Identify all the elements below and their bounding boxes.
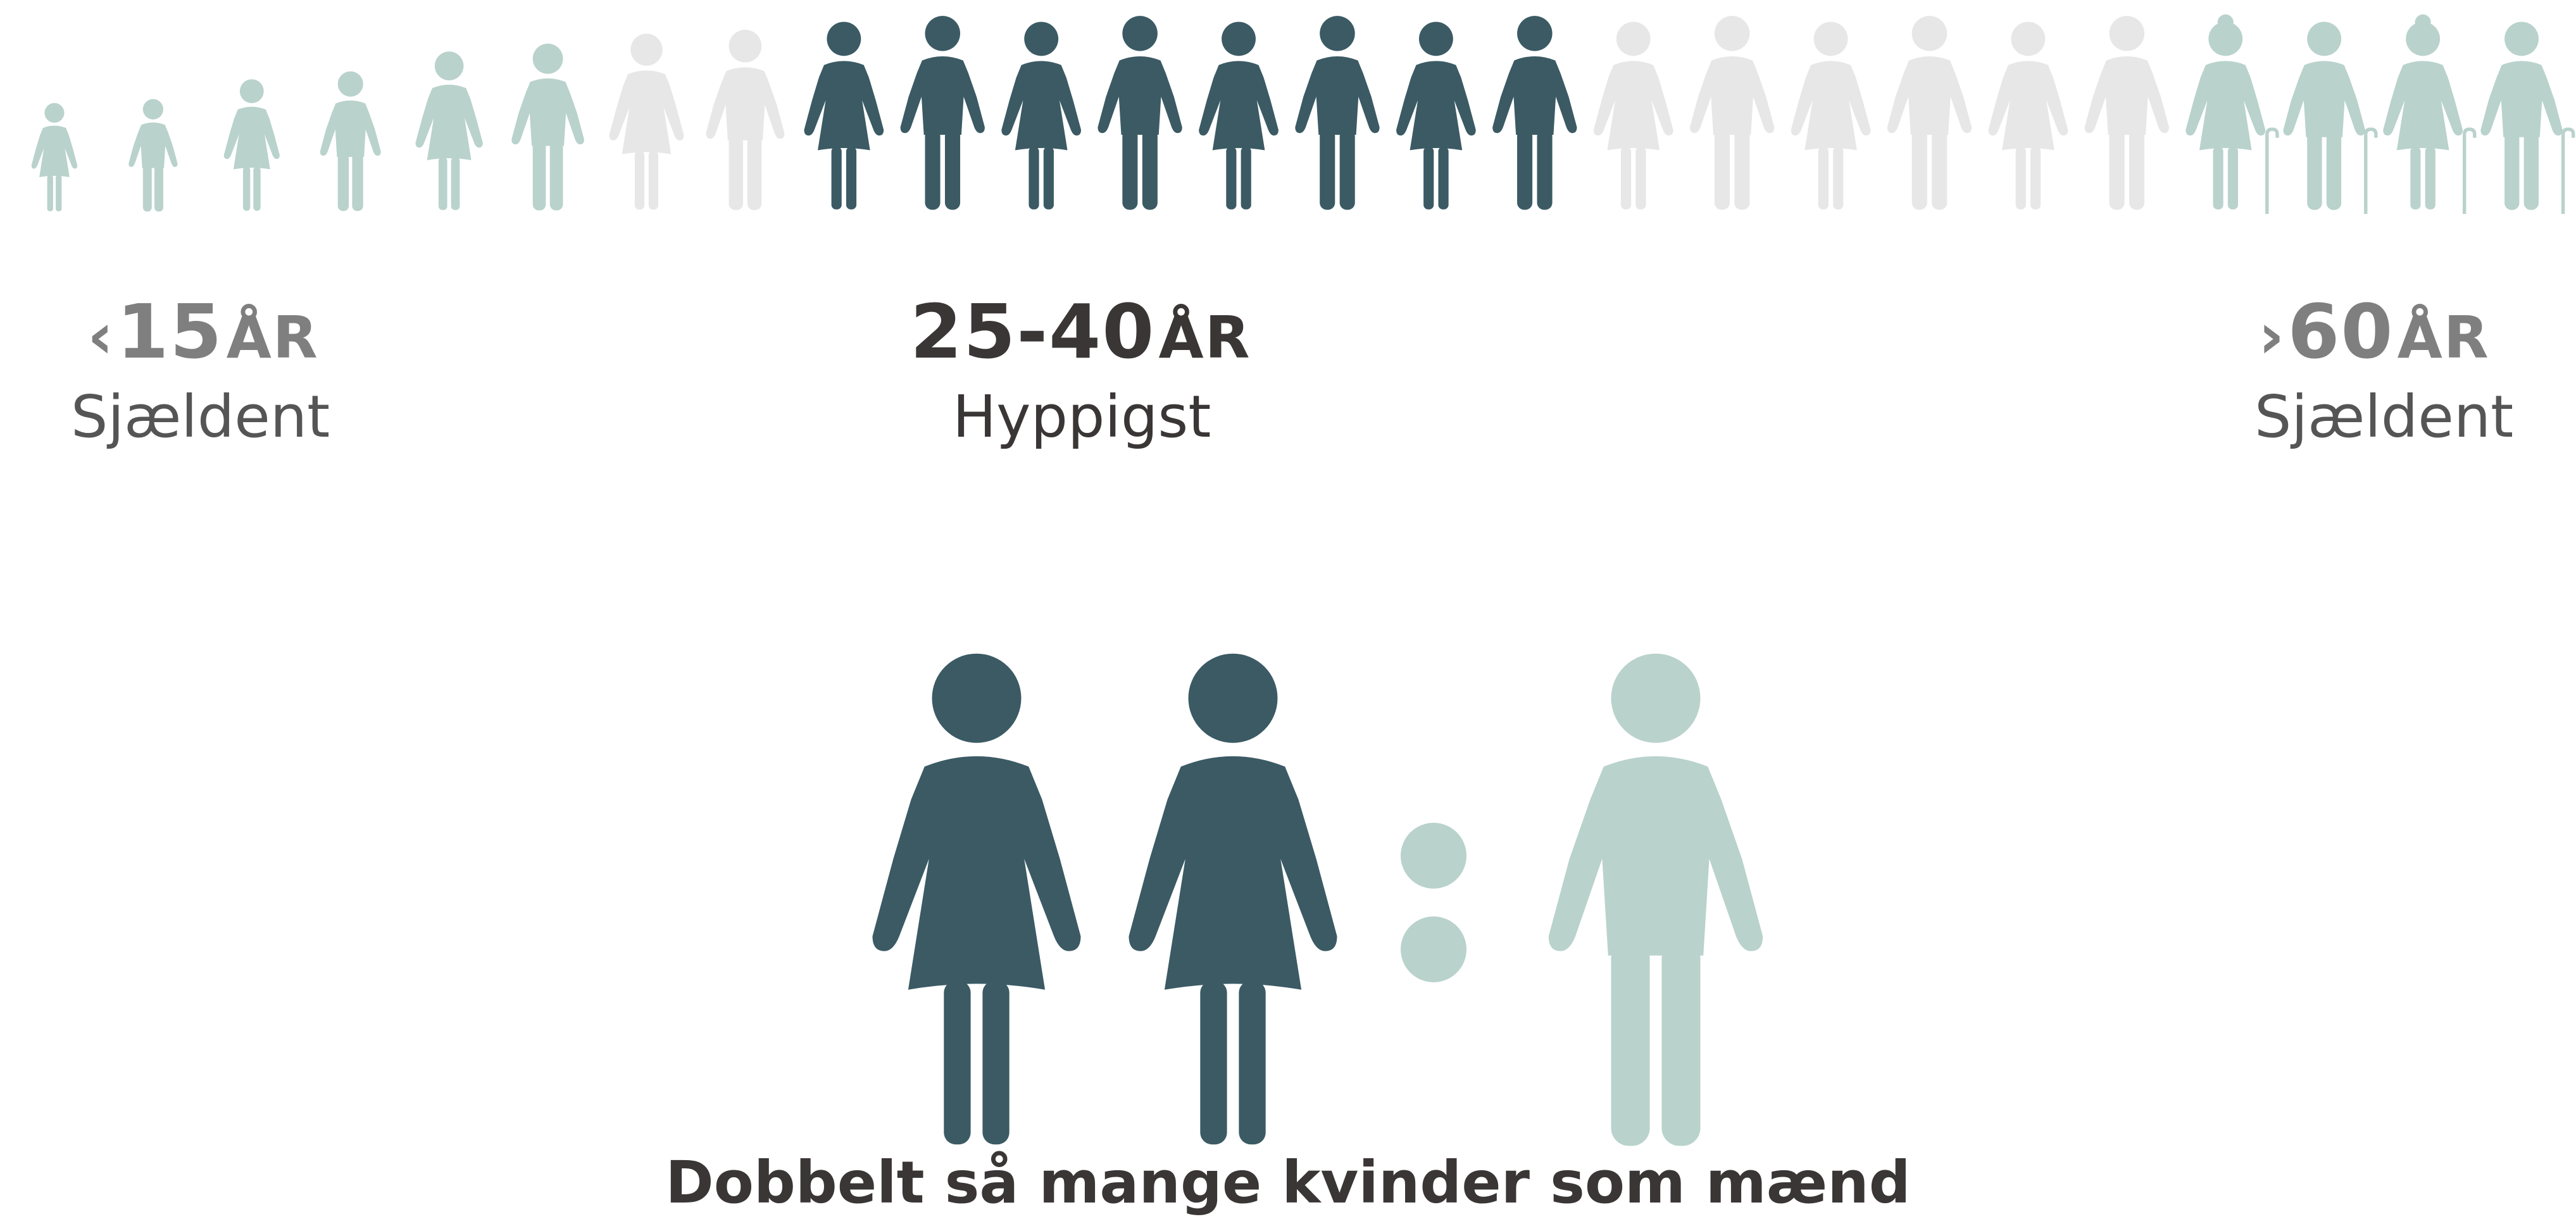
age-figure-female bbox=[804, 22, 884, 209]
age-figure-female bbox=[1001, 22, 1082, 209]
age-figure-row bbox=[31, 14, 2575, 214]
age-label-under-15: ‹ 15 ÅR bbox=[87, 288, 319, 375]
ratio-figure-female bbox=[872, 653, 1081, 1145]
age-figure-female_elder bbox=[2185, 14, 2279, 214]
age-unit: ÅR bbox=[1158, 304, 1251, 372]
age-figure-female bbox=[223, 79, 280, 211]
gender-ratio-graphic bbox=[872, 653, 1763, 1146]
age-figure-female bbox=[1988, 22, 2068, 209]
age-figure-female bbox=[31, 103, 78, 211]
age-figure-male bbox=[320, 71, 381, 211]
age-label-25-40: 25-40 ÅR bbox=[910, 288, 1251, 375]
age-figure-female bbox=[1199, 22, 1279, 209]
age-figure-male bbox=[1689, 16, 1775, 210]
age-figure-male bbox=[2084, 16, 2170, 210]
age-figure-male bbox=[1295, 16, 1380, 210]
age-figure-male bbox=[900, 16, 985, 210]
ratio-figure-male bbox=[1548, 653, 1763, 1146]
age-figure-female bbox=[1791, 22, 1871, 209]
frequency-label-most-common: Hyppigst bbox=[953, 383, 1211, 451]
age-figure-male bbox=[128, 99, 178, 212]
frequency-label-rare-old: Sjældent bbox=[2254, 383, 2514, 451]
age-figure-male bbox=[1492, 16, 1577, 210]
age-figure-male_elder bbox=[2480, 22, 2575, 214]
age-range-value: 25-40 bbox=[910, 288, 1156, 375]
greater-than-icon: › bbox=[2258, 299, 2285, 373]
infographic: ‹ 15 ÅR Sjældent 25-40 ÅR Hyppigst › 60 … bbox=[0, 0, 2576, 1231]
age-figure-female_elder bbox=[2383, 14, 2477, 214]
ratio-colon-dot bbox=[1401, 823, 1466, 889]
age-unit: ÅR bbox=[226, 304, 319, 372]
age-figure-female bbox=[415, 51, 483, 210]
age-figure-male bbox=[511, 43, 584, 211]
ratio-colon-dot bbox=[1401, 916, 1466, 982]
age-figure-male_elder bbox=[2283, 22, 2378, 214]
age-label-over-60: › 60 ÅR bbox=[2258, 288, 2490, 375]
age-value: 60 bbox=[2287, 288, 2394, 375]
ratio-figure-female bbox=[1129, 653, 1337, 1145]
age-unit: ÅR bbox=[2397, 304, 2490, 372]
age-figure-female bbox=[1396, 22, 1476, 209]
age-figure-male bbox=[1097, 16, 1182, 210]
age-figure-male bbox=[706, 29, 785, 210]
frequency-label-rare-young: Sjældent bbox=[71, 383, 330, 451]
age-figure-female bbox=[1593, 22, 1673, 209]
ratio-caption: Dobbelt så mange kvinder som mænd bbox=[665, 1149, 1911, 1216]
age-figure-male bbox=[1887, 16, 1972, 210]
age-value: 15 bbox=[116, 288, 223, 375]
age-figure-female bbox=[609, 34, 684, 210]
less-than-icon: ‹ bbox=[87, 299, 114, 373]
